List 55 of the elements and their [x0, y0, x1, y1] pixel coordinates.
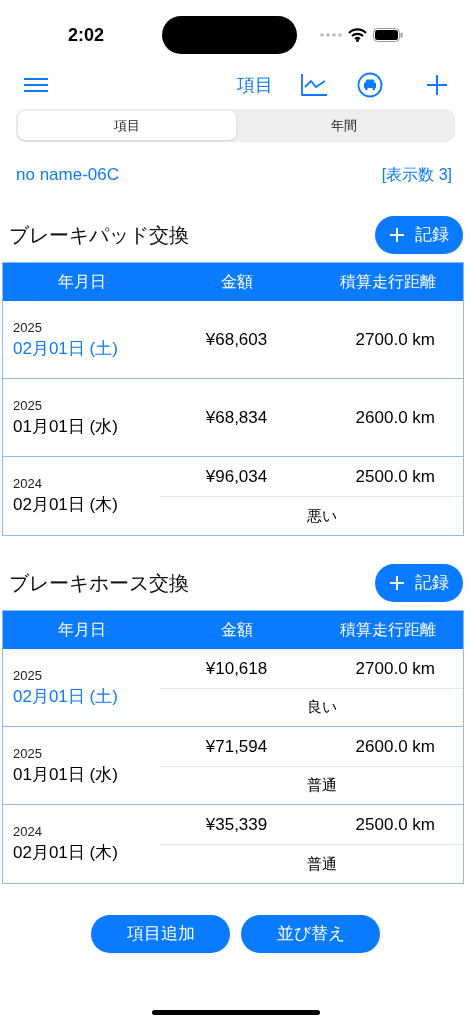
distance-text: 2600.0 km — [354, 406, 436, 429]
distance-text: 2500.0 km — [354, 813, 436, 836]
condition-text: 普通 — [306, 853, 337, 874]
amount-text: ¥35,339 — [204, 813, 269, 836]
signal-icon — [320, 33, 342, 37]
menu-icon[interactable] — [24, 77, 48, 93]
distance-text: 2500.0 km — [354, 465, 436, 488]
line-chart-icon[interactable] — [301, 74, 327, 96]
amount-text: ¥68,603 — [204, 328, 269, 351]
date-text: 02月01日 (木) — [13, 842, 119, 864]
condition-text: 良い — [306, 697, 337, 718]
car-icon[interactable] — [357, 72, 383, 98]
column-header: 積算走行距離 — [339, 272, 437, 292]
amount-text: ¥10,618 — [204, 657, 269, 680]
display-count: [表示数 3] — [381, 165, 453, 185]
status-time: 2:02 — [68, 23, 106, 47]
amount-text: ¥71,594 — [204, 735, 269, 758]
year-text: 2025 — [13, 396, 43, 415]
distance-text: 2700.0 km — [354, 657, 436, 680]
section-title: ブレーキパッド交換 — [9, 223, 189, 248]
action-button[interactable]: 並び替え — [241, 915, 380, 953]
add-icon[interactable] — [427, 75, 447, 95]
year-text: 2024 — [13, 823, 43, 841]
record-button[interactable]: 記録 — [375, 216, 463, 254]
segment-tab[interactable]: 年間 — [235, 111, 453, 140]
condition-text: 普通 — [306, 775, 337, 796]
action-button[interactable]: 項目追加 — [91, 915, 230, 953]
vehicle-name[interactable]: no name-06C — [16, 162, 119, 188]
section-title: ブレーキホース交換 — [9, 571, 189, 596]
column-header: 年月日 — [56, 272, 107, 292]
distance-text: 2700.0 km — [354, 328, 436, 351]
plus-icon — [389, 227, 405, 243]
condition-text: 悪い — [306, 505, 337, 526]
record-button[interactable]: 記録 — [375, 564, 463, 602]
distance-text: 2600.0 km — [354, 735, 436, 758]
date-text: 02月01日 (木) — [13, 494, 119, 516]
column-header: 積算走行距離 — [339, 620, 437, 640]
year-text: 2025 — [13, 318, 43, 337]
amount-text: ¥96,034 — [204, 465, 269, 488]
year-text: 2025 — [13, 666, 43, 685]
items-button[interactable]: 項目 — [237, 71, 273, 99]
date-text: 02月01日 (土) — [13, 685, 119, 708]
column-header: 金額 — [219, 620, 254, 640]
wifi-icon — [348, 28, 367, 42]
battery-icon — [373, 28, 403, 42]
date-text: 01月01日 (水) — [13, 763, 119, 786]
date-text: 01月01日 (水) — [13, 415, 119, 438]
column-header: 年月日 — [56, 620, 107, 640]
year-text: 2024 — [13, 475, 43, 493]
year-text: 2025 — [13, 744, 43, 763]
column-header: 金額 — [219, 272, 254, 292]
date-text: 02月01日 (土) — [13, 337, 119, 360]
segment-tab[interactable]: 項目 — [18, 111, 236, 140]
plus-icon — [389, 575, 405, 591]
amount-text: ¥68,834 — [204, 406, 269, 429]
